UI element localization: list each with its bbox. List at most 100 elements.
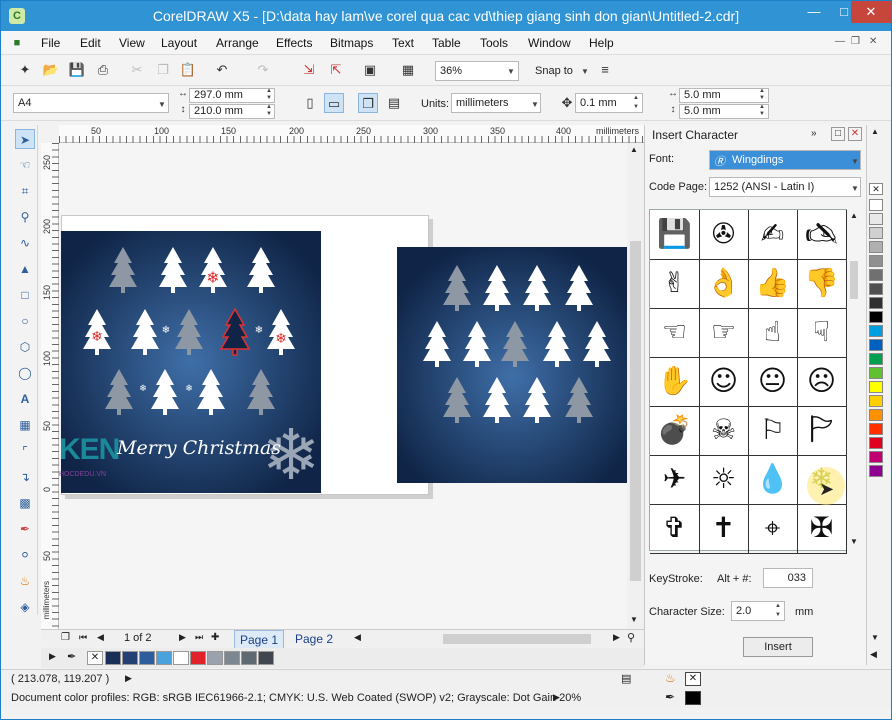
- page-options-icon[interactable]: ❐: [61, 632, 70, 643]
- fill-indicator-icon[interactable]: ♨: [665, 671, 676, 685]
- previous-page-icon[interactable]: ◀: [97, 632, 104, 643]
- color-palette-swatch[interactable]: [869, 297, 883, 309]
- outline-tool-icon[interactable]: ⚪: [15, 545, 35, 565]
- page-tab-1[interactable]: Page 1: [234, 630, 285, 650]
- next-page-icon[interactable]: ▶: [179, 632, 186, 643]
- welcome-screen-icon[interactable]: ▦: [398, 60, 418, 80]
- scroll-up-icon[interactable]: ▲: [630, 145, 638, 154]
- export-icon[interactable]: ⇱: [326, 60, 346, 80]
- grid-scroll-thumb[interactable]: [850, 261, 858, 299]
- pick-tool-icon[interactable]: ➤: [15, 129, 35, 149]
- palette-swatch[interactable]: [156, 651, 172, 665]
- character-cell[interactable]: ✈: [650, 455, 700, 505]
- crop-tool-icon[interactable]: ⌗: [15, 181, 35, 201]
- docker-close-icon[interactable]: ✕: [848, 127, 862, 141]
- undo-icon[interactable]: ↶: [212, 60, 232, 80]
- units-select[interactable]: millimeters: [451, 93, 541, 113]
- palette-swatch[interactable]: [122, 651, 138, 665]
- fill-tool-icon[interactable]: ♨: [15, 571, 35, 591]
- insert-button[interactable]: Insert: [743, 637, 813, 657]
- menu-table[interactable]: Table: [432, 36, 461, 50]
- freehand-tool-icon[interactable]: ∿: [15, 233, 35, 253]
- character-grid-scrollbar[interactable]: ▲ ▼: [847, 209, 861, 551]
- vertical-ruler[interactable]: 250 200 150 100 50 0 50 millimeters: [41, 143, 59, 629]
- character-cell[interactable]: 🖎: [797, 210, 847, 260]
- navigator-icon[interactable]: ⚲: [627, 631, 635, 644]
- doc-minimize-icon[interactable]: —: [835, 36, 845, 47]
- units-dropdown-icon[interactable]: ▼: [531, 100, 539, 109]
- character-cell[interactable]: 🏱: [797, 406, 847, 456]
- color-palette-swatch[interactable]: [869, 353, 883, 365]
- codepage-select[interactable]: 1252 (ANSI - Latin I): [709, 177, 861, 197]
- character-cell[interactable]: ☞: [699, 308, 749, 358]
- options-icon[interactable]: ≡: [595, 60, 615, 80]
- page-width-spinner-icon[interactable]: ▲ ▼: [264, 88, 274, 103]
- character-cell[interactable]: ☜: [650, 308, 700, 358]
- character-cell[interactable]: 👍: [748, 259, 798, 309]
- color-palette-swatch[interactable]: [869, 437, 883, 449]
- character-cell[interactable]: ✇: [699, 210, 749, 260]
- horizontal-scroll-thumb[interactable]: [443, 634, 591, 644]
- palette-eyedropper-icon[interactable]: ✒: [67, 650, 76, 663]
- font-select[interactable]: Wingdings: [709, 150, 861, 170]
- palette-swatch[interactable]: [139, 651, 155, 665]
- page-size-select[interactable]: A4: [13, 93, 169, 113]
- color-palette-swatch[interactable]: [869, 409, 883, 421]
- close-icon[interactable]: ✕: [851, 1, 891, 23]
- page-width-field[interactable]: 297.0 mm: [189, 88, 275, 103]
- shape-tool-icon[interactable]: ☜: [15, 155, 35, 175]
- hscroll-left-icon[interactable]: ◀: [354, 632, 361, 643]
- paste-icon[interactable]: 📋: [178, 60, 198, 80]
- status-view-icon[interactable]: ▤: [621, 672, 631, 685]
- first-page-icon[interactable]: ⏮: [79, 632, 87, 643]
- character-cell[interactable]: ☼: [699, 455, 749, 505]
- color-palette-swatch[interactable]: [869, 269, 883, 281]
- menu-file[interactable]: File: [41, 36, 60, 50]
- menu-tools[interactable]: Tools: [480, 36, 508, 50]
- smart-fill-tool-icon[interactable]: ▲: [15, 259, 35, 279]
- character-cell[interactable]: ✌: [650, 259, 700, 309]
- menu-help[interactable]: Help: [589, 36, 614, 50]
- palette-scroll-up-icon[interactable]: ▲: [871, 127, 879, 136]
- vertical-scrollbar[interactable]: ▲ ▼: [627, 143, 644, 629]
- minimize-icon[interactable]: —: [799, 1, 829, 23]
- character-cell[interactable]: 💧: [748, 455, 798, 505]
- open-icon[interactable]: 📂: [41, 60, 61, 80]
- color-palette-swatch[interactable]: [869, 451, 883, 463]
- horizontal-ruler[interactable]: 50 100 150 200 250 300 350 400 millimete…: [59, 125, 644, 143]
- zoom-tool-icon[interactable]: ⚲: [15, 207, 35, 227]
- redo-icon[interactable]: ↷: [253, 60, 273, 80]
- vertical-scroll-thumb[interactable]: [630, 241, 641, 581]
- character-cell[interactable]: 💣: [650, 406, 700, 456]
- application-launcher-icon[interactable]: ▣: [360, 60, 380, 80]
- color-palette-swatch[interactable]: [869, 199, 883, 211]
- hscroll-right-icon[interactable]: ▶: [613, 632, 620, 643]
- text-tool-icon[interactable]: A: [15, 389, 35, 409]
- color-palette-swatch[interactable]: [869, 339, 883, 351]
- font-dropdown-icon[interactable]: ▼: [851, 157, 859, 166]
- character-cell[interactable]: ✍: [748, 210, 798, 260]
- menu-view[interactable]: View: [119, 36, 145, 50]
- menu-effects[interactable]: Effects: [276, 36, 312, 50]
- doc-restore-icon[interactable]: ❐: [851, 36, 860, 47]
- duplicate-y-field[interactable]: 5.0 mm: [679, 104, 769, 119]
- menu-text[interactable]: Text: [392, 36, 414, 50]
- keystroke-field[interactable]: 033: [763, 568, 813, 588]
- color-palette-swatch[interactable]: [869, 255, 883, 267]
- color-palette-swatch[interactable]: [869, 227, 883, 239]
- portrait-icon[interactable]: ▯: [300, 93, 320, 113]
- character-size-spinner-icon[interactable]: ▲ ▼: [773, 602, 783, 620]
- docker-collapse-icon[interactable]: »: [811, 128, 817, 139]
- status-expand-icon[interactable]: ▶: [125, 673, 132, 684]
- print-icon[interactable]: ⎙: [93, 60, 113, 80]
- color-palette-swatch[interactable]: [869, 311, 883, 323]
- outline-indicator-icon[interactable]: ✒: [665, 690, 675, 704]
- color-profiles-expand-icon[interactable]: ▶: [553, 692, 560, 703]
- outline-color-swatch[interactable]: [685, 691, 701, 705]
- no-color-swatch[interactable]: ✕: [87, 651, 103, 665]
- palette-menu-icon[interactable]: ▶: [49, 651, 56, 662]
- color-palette-swatch[interactable]: [869, 465, 883, 477]
- christmas-card-back[interactable]: [397, 247, 627, 483]
- landscape-icon[interactable]: ▭: [324, 93, 344, 113]
- add-page-icon[interactable]: ✚: [211, 632, 219, 643]
